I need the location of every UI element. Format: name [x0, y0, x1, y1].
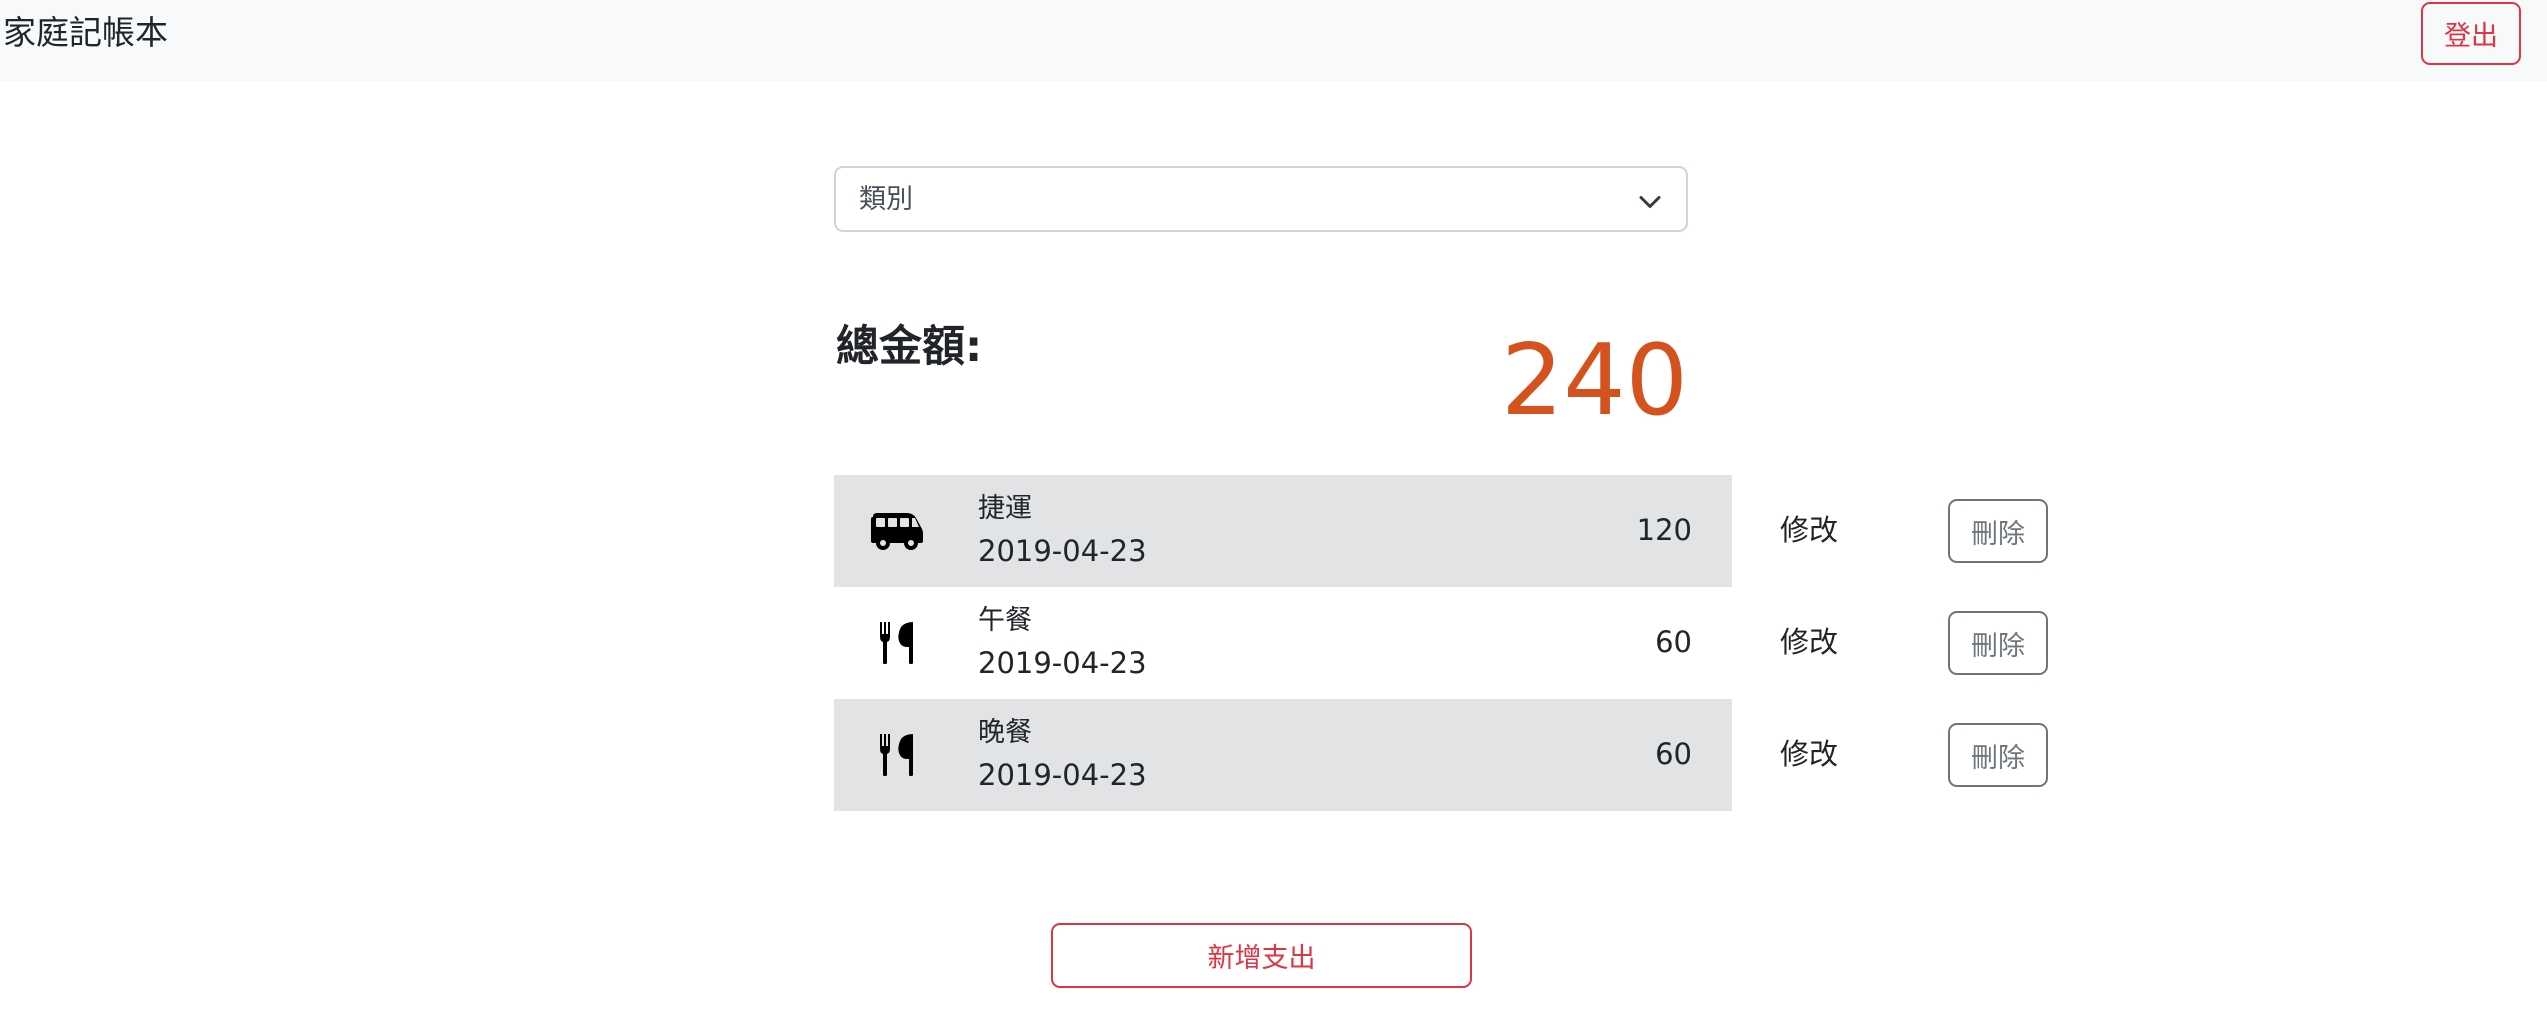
- record-name: 捷運: [978, 493, 1032, 524]
- category-select-value: 類別: [859, 184, 913, 215]
- category-select[interactable]: 類別: [834, 166, 1688, 232]
- record-amount: 60: [1655, 625, 1692, 659]
- total-label: 總金額:: [836, 322, 983, 372]
- record-date: 2019-04-23: [978, 646, 1147, 680]
- edit-link[interactable]: 修改: [1780, 735, 1838, 773]
- record-name: 晚餐: [978, 717, 1032, 748]
- delete-button[interactable]: 刪除: [1948, 723, 2048, 787]
- utensils-icon: [869, 620, 925, 666]
- record-amount: 120: [1636, 513, 1692, 547]
- delete-button[interactable]: 刪除: [1948, 499, 2048, 563]
- record-date: 2019-04-23: [978, 758, 1147, 792]
- record-date: 2019-04-23: [978, 534, 1147, 568]
- bus-icon: [869, 508, 925, 554]
- record-row: 晚餐 2019-04-23 60 修改 刪除: [834, 699, 2054, 811]
- record-name: 午餐: [978, 605, 1032, 636]
- edit-link[interactable]: 修改: [1780, 511, 1838, 549]
- record-amount: 60: [1655, 737, 1692, 771]
- record-row: 捷運 2019-04-23 120 修改 刪除: [834, 475, 2054, 587]
- record-list: 捷運 2019-04-23 120 修改 刪除 午餐 2019-04-23 60…: [834, 475, 2054, 811]
- record-row: 午餐 2019-04-23 60 修改 刪除: [834, 587, 2054, 699]
- logout-button[interactable]: 登出: [2421, 2, 2521, 65]
- total-amount: 240: [1500, 324, 1688, 438]
- chevron-down-icon: [1639, 196, 1661, 208]
- record-panel: 捷運 2019-04-23 120: [834, 475, 1732, 587]
- add-expense-button[interactable]: 新增支出: [1051, 923, 1472, 988]
- app-brand[interactable]: 家庭記帳本: [3, 10, 168, 56]
- navbar: 家庭記帳本 登出: [0, 0, 2547, 81]
- record-panel: 午餐 2019-04-23 60: [834, 587, 1732, 699]
- edit-link[interactable]: 修改: [1780, 623, 1838, 661]
- utensils-icon: [869, 732, 925, 778]
- record-panel: 晚餐 2019-04-23 60: [834, 699, 1732, 811]
- delete-button[interactable]: 刪除: [1948, 611, 2048, 675]
